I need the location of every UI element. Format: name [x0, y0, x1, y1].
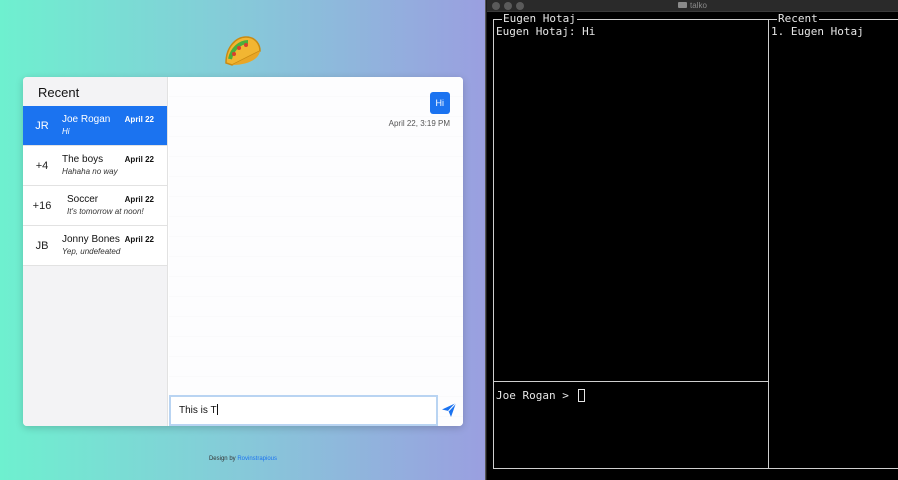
message-input-value: This is T [179, 405, 217, 416]
conversation-item[interactable]: +4 The boys April 22 Hahaha no way [23, 146, 167, 186]
prompt-label: Joe Rogan > [496, 389, 576, 402]
conversation-date: April 22 [124, 115, 154, 124]
conversation-sidebar: Recent JR Joe Rogan April 22 Hi +4 The b… [23, 77, 168, 426]
conversation-name: Jonny Bones [62, 234, 120, 245]
conversation-date: April 22 [124, 195, 154, 204]
chat-panel: Hi April 22, 3:19 PM This is T [169, 77, 463, 426]
recent-item[interactable]: 1. Eugen Hotaj [771, 25, 864, 38]
message-bubble: Hi [429, 92, 450, 114]
browser-app: Recent JR Joe Rogan April 22 Hi +4 The b… [0, 0, 486, 480]
conversation-preview: Hi [62, 127, 70, 136]
terminal-title: talko [487, 0, 898, 12]
footer-text: Design by [208, 456, 238, 462]
conversation-preview: Yep, undefeated [62, 247, 121, 256]
terminal-prompt[interactable]: Joe Rogan > [496, 389, 586, 402]
footer-credit: Design by Rovinstrapious [0, 456, 485, 462]
footer-link[interactable]: Rovinstrapious [237, 456, 277, 462]
conversation-name: The boys [62, 154, 104, 165]
chat-pane: Eugen Hotaj Eugen Hotaj: Hi [493, 12, 769, 382]
messenger-card: Recent JR Joe Rogan April 22 Hi +4 The b… [23, 77, 463, 426]
terminal-titlebar: talko [487, 0, 898, 12]
input-pane[interactable]: Joe Rogan > [493, 381, 769, 469]
avatar: JR [35, 120, 49, 132]
chat-pane-title: Eugen Hotaj [502, 12, 577, 26]
folder-icon [678, 2, 688, 8]
recent-pane-title: Recent [777, 12, 819, 26]
sidebar-title: Recent [38, 85, 80, 100]
conversation-item[interactable]: JB Jonny Bones April 22 Yep, undefeated [23, 226, 167, 266]
terminal-title-text: talko [690, 1, 707, 10]
conversation-preview: It's tomorrow at noon! [67, 207, 144, 216]
taco-icon [225, 36, 261, 66]
conversation-item[interactable]: +16 Soccer April 22 It's tomorrow at noo… [23, 186, 167, 226]
avatar: +4 [35, 160, 49, 172]
terminal-cursor [578, 389, 586, 402]
terminal-window: talko Eugen Hotaj Eugen Hotaj: Hi Recent… [487, 0, 898, 480]
conversation-date: April 22 [124, 235, 154, 244]
conversation-item[interactable]: JR Joe Rogan April 22 Hi [23, 106, 167, 146]
conversation-date: April 22 [124, 155, 154, 164]
paper-plane-icon[interactable] [441, 402, 457, 418]
recent-pane: Recent 1. Eugen Hotaj [768, 12, 898, 469]
conversation-name: Joe Rogan [62, 114, 111, 125]
message-input[interactable]: This is T [169, 395, 438, 426]
avatar: JB [35, 240, 49, 252]
text-caret [216, 404, 218, 415]
avatar: +16 [32, 200, 52, 212]
chat-message-line: Eugen Hotaj: Hi [496, 25, 596, 38]
message-timestamp: April 22, 3:19 PM [388, 119, 450, 128]
conversation-preview: Hahaha no way [62, 167, 118, 176]
conversation-name: Soccer [67, 194, 99, 205]
